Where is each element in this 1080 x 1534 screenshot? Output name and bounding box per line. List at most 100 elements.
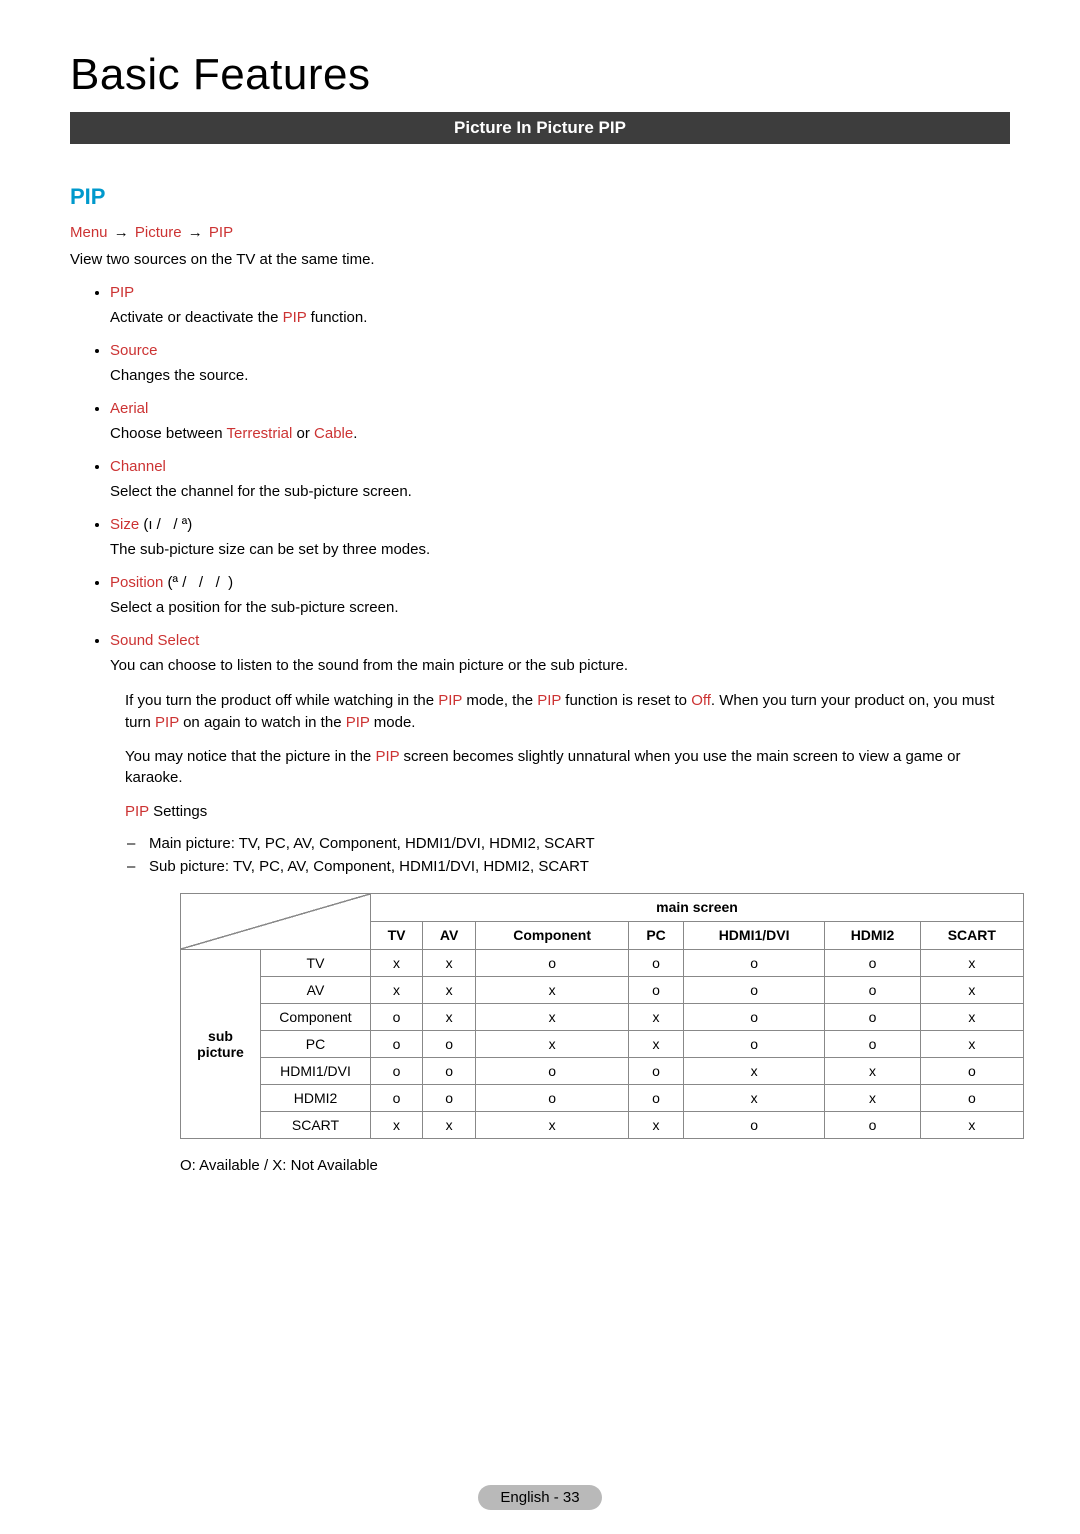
table-row: PCooxxoox <box>181 1030 1024 1057</box>
text-fragment: Changes the source. <box>110 367 248 384</box>
table-row: AVxxxooox <box>181 976 1024 1003</box>
table-col-header: SCART <box>920 921 1023 949</box>
feature-item-desc: Select the channel for the sub-picture s… <box>110 483 1010 500</box>
table-cell: o <box>476 1084 629 1111</box>
table-cell: o <box>920 1057 1023 1084</box>
table-col-header: TV <box>371 921 423 949</box>
table-cell: o <box>476 1057 629 1084</box>
table-col-header: Component <box>476 921 629 949</box>
text-fragment: . <box>353 425 357 442</box>
feature-item-suffix: (ª / / / ) <box>163 574 233 591</box>
table-cell: o <box>683 1030 824 1057</box>
features-list: PIPActivate or deactivate the PIP functi… <box>70 284 1010 674</box>
feature-item: Sound Select You can choose to listen to … <box>110 632 1010 674</box>
breadcrumb-part: Menu <box>70 224 108 241</box>
table-row-label: SCART <box>261 1111 371 1138</box>
table-legend: O: Available / X: Not Available <box>180 1157 1010 1174</box>
table-cell: x <box>629 1111 684 1138</box>
table-main-header: main screen <box>371 893 1024 921</box>
table-row: subpictureTVxxoooox <box>181 949 1024 976</box>
table-cell: x <box>920 1003 1023 1030</box>
feature-item-title: Aerial <box>110 400 148 417</box>
text-fragment: Select the channel for the sub-picture s… <box>110 483 412 500</box>
text-fragment: on again to watch in the <box>179 714 346 731</box>
table-cell: x <box>371 1111 423 1138</box>
table-cell: o <box>683 1111 824 1138</box>
table-row-label: Component <box>261 1003 371 1030</box>
text-fragment: PIP <box>438 692 462 709</box>
text-fragment: function. <box>307 309 368 326</box>
text-fragment: PIP <box>346 714 370 731</box>
table-cell: o <box>825 1030 920 1057</box>
table-corner <box>181 893 371 949</box>
table-col-header: HDMI2 <box>825 921 920 949</box>
breadcrumb: Menu → Picture → PIP <box>70 224 1010 241</box>
table-cell: o <box>423 1057 476 1084</box>
text-fragment: Cable <box>314 425 353 442</box>
table-cell: x <box>920 1111 1023 1138</box>
breadcrumb-part: PIP <box>209 224 233 241</box>
table-side-header: subpicture <box>181 949 261 1138</box>
table-cell: x <box>825 1057 920 1084</box>
table-cell: x <box>920 1030 1023 1057</box>
table-cell: x <box>423 1003 476 1030</box>
text-fragment: Off <box>691 692 711 709</box>
feature-item: PIPActivate or deactivate the PIP functi… <box>110 284 1010 326</box>
table-cell: x <box>476 976 629 1003</box>
table-cell: o <box>825 1003 920 1030</box>
table-col-header: HDMI1/DVI <box>683 921 824 949</box>
breadcrumb-sep: → <box>188 224 207 241</box>
table-cell: x <box>920 949 1023 976</box>
text-fragment: PIP <box>537 692 561 709</box>
note-paragraph: If you turn the product off while watchi… <box>125 690 1010 734</box>
table-cell: o <box>371 1003 423 1030</box>
feature-item-desc: Choose between Terrestrial or Cable. <box>110 425 1010 442</box>
text-fragment: PIP <box>125 803 149 820</box>
text-fragment: You can choose to listen to the sound fr… <box>110 657 628 674</box>
table-cell: x <box>423 976 476 1003</box>
table-row-label: PC <box>261 1030 371 1057</box>
table-cell: o <box>920 1084 1023 1111</box>
table-cell: x <box>423 949 476 976</box>
text-fragment: Activate or deactivate the <box>110 309 283 326</box>
page-number-pill: English - 33 <box>478 1485 601 1510</box>
intro-text: View two sources on the TV at the same t… <box>70 251 1010 268</box>
table-cell: x <box>476 1003 629 1030</box>
table-row: SCARTxxxxoox <box>181 1111 1024 1138</box>
text-fragment: Select a position for the sub-picture sc… <box>110 599 399 616</box>
table-cell: x <box>476 1030 629 1057</box>
table-cell: o <box>683 1003 824 1030</box>
compatibility-table: main screenTVAVComponentPCHDMI1/DVIHDMI2… <box>180 893 1024 1139</box>
table-row-label: TV <box>261 949 371 976</box>
feature-item-title: Size <box>110 516 139 533</box>
notes-block: If you turn the product off while watchi… <box>125 690 1010 1174</box>
table-row: HDMI1/DVIooooxxo <box>181 1057 1024 1084</box>
table-cell: o <box>629 1084 684 1111</box>
section-banner: Picture In Picture PIP <box>70 112 1010 144</box>
feature-item-title: Channel <box>110 458 166 475</box>
table-cell: o <box>683 976 824 1003</box>
feature-item-title: Position <box>110 574 163 591</box>
text-fragment: The sub-picture size can be set by three… <box>110 541 430 558</box>
note-paragraph: You may notice that the picture in the P… <box>125 746 1010 790</box>
table-col-header: PC <box>629 921 684 949</box>
breadcrumb-part: Picture <box>135 224 182 241</box>
table-cell: x <box>476 1111 629 1138</box>
feature-item-suffix: (ı / / ª) <box>139 516 192 533</box>
table-cell: x <box>683 1084 824 1111</box>
text-fragment: mode. <box>370 714 416 731</box>
table-cell: x <box>629 1003 684 1030</box>
feature-item-title: Sound Select <box>110 632 199 649</box>
table-cell: o <box>825 976 920 1003</box>
text-fragment: PIP <box>283 309 307 326</box>
breadcrumb-sep: → <box>114 224 133 241</box>
table-cell: o <box>629 949 684 976</box>
pip-settings-label: PIP Settings <box>125 801 1010 823</box>
text-fragment: PIP <box>375 748 399 765</box>
feature-item-desc: The sub-picture size can be set by three… <box>110 541 1010 558</box>
table-cell: o <box>423 1084 476 1111</box>
table-cell: o <box>683 949 824 976</box>
table-col-header: AV <box>423 921 476 949</box>
table-row-label: AV <box>261 976 371 1003</box>
table-cell: o <box>371 1030 423 1057</box>
